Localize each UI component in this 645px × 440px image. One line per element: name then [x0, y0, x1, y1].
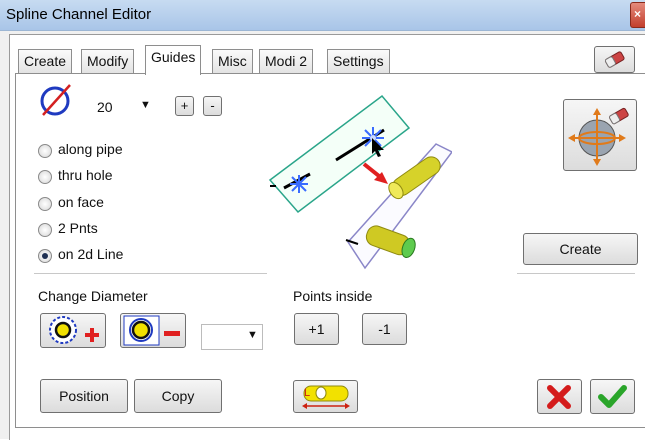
- circle-minus-icon: [123, 315, 180, 346]
- window-title: Spline Channel Editor: [6, 6, 152, 23]
- decrease-diameter-button[interactable]: [120, 313, 186, 348]
- radio-label: on 2d Line: [58, 246, 124, 262]
- line-length-button[interactable]: L: [293, 380, 358, 413]
- radio-indicator: [38, 170, 52, 184]
- ok-button[interactable]: [590, 379, 635, 414]
- title-bar[interactable]: Spline Channel Editor ×: [0, 0, 645, 31]
- radio-label: on face: [58, 194, 104, 210]
- diameter-value: 20: [97, 99, 113, 115]
- radio-label: 2 Pnts: [58, 220, 98, 236]
- points-minus-one-button[interactable]: -1: [362, 313, 407, 345]
- change-diameter-label: Change Diameter: [38, 288, 148, 304]
- green-check-icon: [598, 385, 627, 408]
- chevron-down-icon: ▼: [247, 329, 258, 341]
- position-button[interactable]: Position: [40, 379, 128, 413]
- radio-indicator: [38, 197, 52, 211]
- diameter-plus-button[interactable]: +: [175, 96, 194, 116]
- gizmo-button[interactable]: [563, 99, 637, 171]
- circle-plus-icon: [49, 316, 99, 344]
- points-inside-label: Points inside: [293, 288, 373, 304]
- tab-modify[interactable]: Modify: [81, 49, 135, 74]
- chevron-down-icon: ▼: [140, 99, 151, 111]
- radio-label: thru hole: [58, 167, 113, 183]
- diameter-minus-button[interactable]: -: [203, 96, 222, 116]
- radio-indicator: [38, 223, 52, 237]
- tab-create[interactable]: Create: [18, 49, 73, 74]
- radio-indicator: [38, 144, 52, 158]
- eraser-icon: [604, 51, 625, 68]
- create-button[interactable]: Create: [523, 233, 638, 265]
- radio-indicator: [38, 249, 52, 263]
- tab-settings[interactable]: Settings: [327, 49, 390, 74]
- section-divider: [34, 273, 267, 274]
- cancel-button[interactable]: [537, 379, 582, 414]
- increase-diameter-button[interactable]: [40, 313, 106, 348]
- red-x-icon: [547, 385, 571, 409]
- spline-channel-editor-window: Spline Channel Editor × Create Modify Gu…: [0, 0, 645, 440]
- section-divider: [517, 273, 635, 274]
- tab-misc[interactable]: Misc: [212, 49, 253, 74]
- transform-gizmo-icon: [568, 107, 629, 166]
- eraser-button[interactable]: [594, 46, 635, 73]
- diameter-step-select[interactable]: ▼: [201, 324, 263, 350]
- radio-label: along pipe: [58, 141, 123, 157]
- points-plus-one-button[interactable]: +1: [294, 313, 339, 345]
- diameter-icon: [40, 84, 71, 116]
- guide-illustration-image: [268, 94, 452, 270]
- diameter-select[interactable]: 20 ▼: [93, 97, 157, 119]
- tab-guides[interactable]: Guides: [145, 45, 202, 75]
- line-length-letter: L: [304, 387, 310, 399]
- tab-modi-2[interactable]: Modi 2: [259, 49, 314, 74]
- window-close-button[interactable]: ×: [630, 2, 645, 28]
- copy-button[interactable]: Copy: [134, 379, 222, 413]
- line-length-icon: L: [302, 385, 350, 409]
- close-icon: ×: [634, 7, 642, 21]
